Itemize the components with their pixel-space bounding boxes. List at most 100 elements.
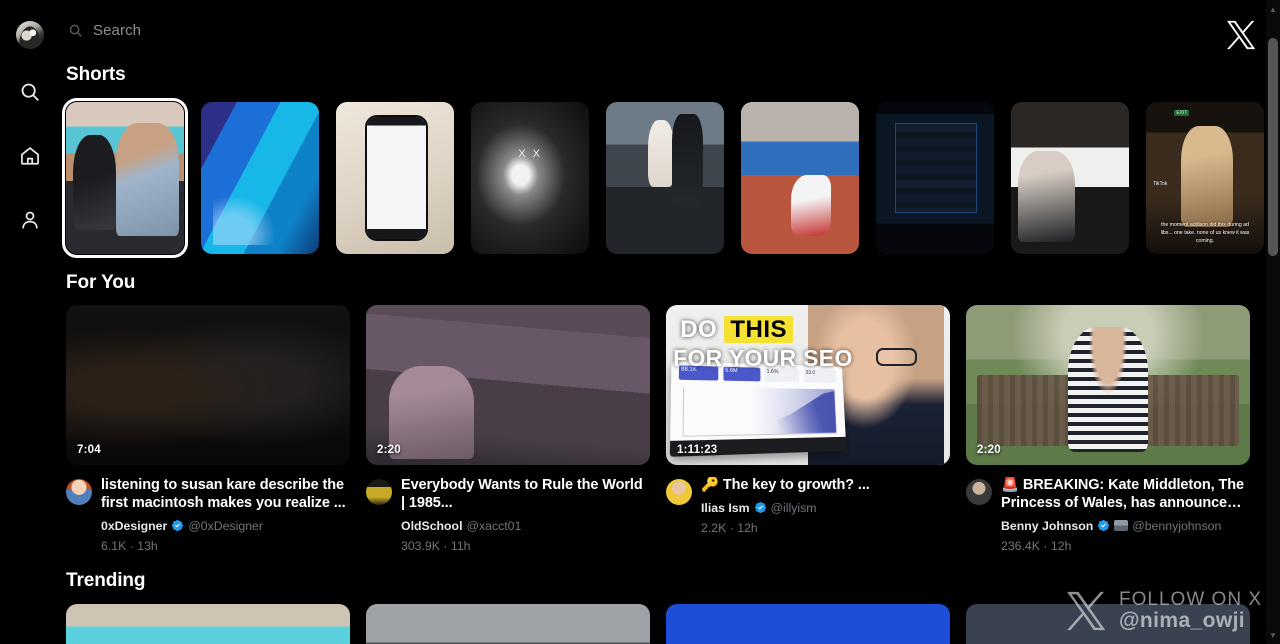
video-info: 🚨 BREAKING: Kate Middleton, The Princess… [966, 477, 1250, 553]
video-thumbnail[interactable]: 88.1K 5.6M 1.6% 33.0 DO THIS FOR YOUR SE… [666, 305, 950, 465]
video-title: listening to susan kare describe the fir… [101, 477, 346, 511]
video-card[interactable]: 2:20 Everybody Wants to Rule the World |… [366, 305, 650, 553]
short-thumbnail-5[interactable] [606, 102, 724, 254]
video-text: 🚨 BREAKING: Kate Middleton, The Princess… [1001, 477, 1250, 553]
video-handle: @xacct01 [466, 518, 522, 533]
home-icon [21, 147, 39, 165]
short-image-5 [606, 102, 724, 254]
vertical-scrollbar[interactable]: ▲ ▼ [1266, 0, 1280, 644]
exit-sign-label: EXIT [1174, 109, 1190, 116]
channel-avatar-image [966, 479, 992, 505]
short-image-7 [876, 102, 994, 254]
short-image-3 [336, 102, 454, 254]
trending-thumbnail-1[interactable] [66, 604, 350, 644]
trending-thumbnail-3[interactable] [666, 604, 950, 644]
avatar[interactable] [16, 21, 44, 49]
x-logo[interactable] [1224, 18, 1258, 57]
left-sidebar [0, 0, 60, 644]
channel-avatar[interactable] [966, 479, 992, 505]
trending-thumbnail-2[interactable] [366, 604, 650, 644]
analytics-chart [681, 386, 836, 437]
video-text: Everybody Wants to Rule the World | 1985… [401, 477, 650, 553]
sidebar-item-search[interactable] [8, 70, 52, 114]
scroll-down-arrow-icon[interactable]: ▼ [1266, 628, 1280, 642]
video-thumbnail-image [66, 305, 350, 465]
scrollbar-thumb[interactable] [1268, 38, 1278, 256]
glasses-icon [876, 348, 918, 366]
channel-avatar-image [666, 479, 692, 505]
for-you-section-title: For You [66, 272, 136, 293]
shorts-carousel[interactable]: EXIT TikTok the moment addison did this … [62, 98, 1264, 258]
video-handle: @0xDesigner [188, 518, 263, 533]
video-duration: 7:04 [77, 444, 101, 456]
video-thumbnail[interactable]: 2:20 [366, 305, 650, 465]
video-author: 0xDesigner [101, 518, 168, 533]
x-logo-icon [1227, 20, 1256, 50]
for-you-grid: 7:04 listening to susan kare describe th… [66, 305, 1250, 553]
thumbnail-person [1068, 327, 1148, 453]
short-image-6 [741, 102, 859, 254]
trending-section-title: Trending [66, 570, 146, 591]
video-duration: 2:20 [377, 444, 401, 456]
short-thumbnail-7[interactable] [876, 102, 994, 254]
trending-thumbnail-4[interactable] [966, 604, 1250, 644]
video-title: 🔑 The key to growth? ... [701, 477, 870, 493]
short-thumbnail-3[interactable] [336, 102, 454, 254]
channel-avatar[interactable] [66, 479, 92, 505]
scroll-up-arrow-icon[interactable]: ▲ [1266, 2, 1280, 16]
video-duration: 2:20 [977, 444, 1001, 456]
video-title: 🚨 BREAKING: Kate Middleton, The Princess… [1001, 477, 1244, 511]
sidebar-item-home[interactable] [8, 134, 52, 178]
search-input[interactable]: Search [68, 22, 141, 39]
verified-badge-icon [172, 520, 184, 532]
channel-avatar[interactable] [366, 479, 392, 505]
video-handle: @illyism [770, 500, 817, 515]
shorts-section-title: Shorts [66, 64, 126, 85]
search-placeholder: Search [93, 22, 142, 39]
video-stats: 6.1K · 13h [101, 538, 158, 553]
video-duration: 1:11:23 [677, 444, 718, 456]
video-thumbnail-image: 88.1K 5.6M 1.6% 33.0 DO THIS FOR YOUR SE… [666, 305, 950, 465]
short-thumbnail-6[interactable] [741, 102, 859, 254]
thumbnail-laptop: 88.1K 5.6M 1.6% 33.0 [669, 360, 846, 456]
video-thumbnail-image [966, 305, 1250, 465]
channel-avatar[interactable] [666, 479, 692, 505]
video-author-row: 0xDesigner @0xDesigner [101, 519, 350, 533]
video-text: 🔑 The key to growth? ... Ilias Ism @illy… [701, 477, 950, 535]
video-card[interactable]: 88.1K 5.6M 1.6% 33.0 DO THIS FOR YOUR SE… [666, 305, 950, 553]
short-caption: the moment addison did this during ad li… [1160, 221, 1250, 244]
main-scroll-viewport[interactable]: Shorts EXIT TikTok the moment addison di… [60, 0, 1280, 644]
video-author-row: OldSchool @xacct01 [401, 519, 650, 533]
short-thumbnail-4[interactable] [471, 102, 589, 254]
channel-avatar-image [66, 479, 92, 505]
video-info: 🔑 The key to growth? ... Ilias Ism @illy… [666, 477, 950, 535]
video-thumbnail[interactable]: 7:04 [66, 305, 350, 465]
short-thumbnail-2[interactable] [201, 102, 319, 254]
video-author-row: Ilias Ism @illyism [701, 501, 950, 515]
tiktok-watermark: TikTok [1153, 181, 1168, 188]
video-thumbnail[interactable]: 2:20 [966, 305, 1250, 465]
sidebar-item-profile[interactable] [8, 198, 52, 242]
x-video-app: Shorts EXIT TikTok the moment addison di… [0, 0, 1280, 644]
video-card[interactable]: 2:20 🚨 BREAKING: Kate Middleton, The Pri… [966, 305, 1250, 553]
person-icon [22, 211, 38, 229]
overlay-word-do: DO [680, 316, 718, 344]
short-thumbnail-9[interactable]: EXIT TikTok the moment addison did this … [1146, 102, 1264, 254]
video-text: listening to susan kare describe the fir… [101, 477, 350, 553]
short-image-8 [1011, 102, 1129, 254]
video-stats: 236.4K · 12h [1001, 538, 1072, 553]
video-title: Everybody Wants to Rule the World | 1985… [401, 477, 643, 511]
short-image-2 [201, 102, 319, 254]
overlay-word-this: THIS [724, 316, 794, 344]
short-thumbnail-1[interactable] [62, 98, 188, 258]
video-author: OldSchool [401, 518, 463, 533]
verified-badge-icon [754, 502, 766, 514]
search-icon [21, 83, 39, 101]
affiliate-badge-icon [1114, 520, 1129, 532]
video-stats: 2.2K · 12h [701, 520, 758, 535]
video-thumbnail-image [366, 305, 650, 465]
video-info: Everybody Wants to Rule the World | 1985… [366, 477, 650, 553]
search-icon [69, 24, 82, 37]
short-thumbnail-8[interactable] [1011, 102, 1129, 254]
video-card[interactable]: 7:04 listening to susan kare describe th… [66, 305, 350, 553]
